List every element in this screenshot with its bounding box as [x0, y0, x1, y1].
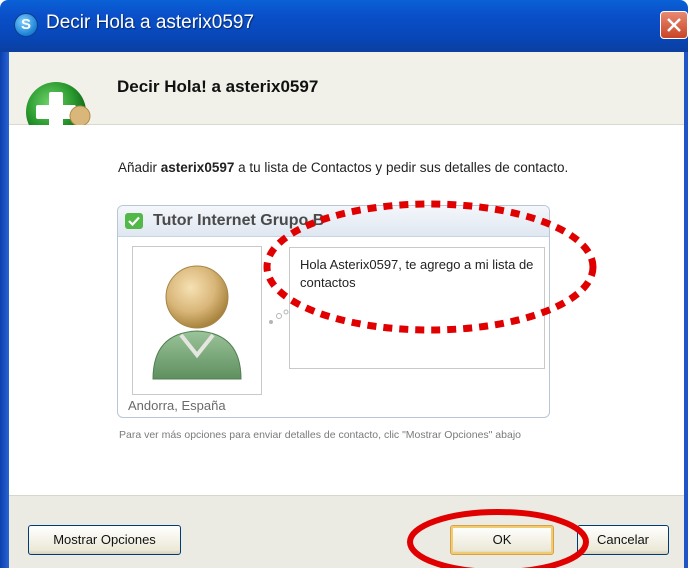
intro-suffix: a tu lista de Contactos y pedir sus deta… — [234, 160, 569, 175]
default-avatar-icon — [152, 265, 242, 380]
window-border-left — [0, 52, 9, 568]
group-name: Tutor Internet Grupo B — [153, 212, 325, 229]
intro-prefix: Añadir — [118, 160, 161, 175]
dialog-heading: Decir Hola! a asterix0597 — [117, 77, 319, 96]
dialog-header — [9, 52, 684, 125]
greeting-message-text[interactable]: Hola Asterix0597, te agrego a mi lista d… — [300, 256, 540, 292]
close-button[interactable] — [660, 11, 688, 39]
close-icon — [667, 18, 681, 32]
help-text: Para ver más opciones para enviar detall… — [119, 429, 521, 441]
greeting-message-input[interactable]: Hola Asterix0597, te agrego a mi lista d… — [289, 247, 545, 369]
ok-button[interactable]: OK — [450, 525, 554, 555]
avatar-frame — [132, 246, 262, 395]
dialog-window: S Decir Hola a asterix0597 Decir Hola! a… — [0, 0, 688, 568]
card-header: Tutor Internet Grupo B — [118, 206, 549, 237]
skype-status-icon — [125, 213, 143, 229]
skype-icon: S — [14, 13, 38, 37]
cancel-button[interactable]: Cancelar — [577, 525, 669, 555]
title-bar[interactable]: S Decir Hola a asterix0597 — [0, 0, 688, 52]
more-options-button[interactable]: Mostrar Opciones — [28, 525, 181, 555]
window-border-right — [684, 52, 688, 568]
window-title: Decir Hola a asterix0597 — [46, 12, 255, 33]
intro-username: asterix0597 — [160, 160, 235, 175]
contact-location: Andorra, España — [128, 398, 226, 413]
intro-text: Añadir asterix0597 a tu lista de Contact… — [118, 157, 618, 179]
connector-icon — [269, 309, 289, 324]
contact-card: Tutor Internet Grupo B Andorra, España H… — [117, 205, 550, 418]
